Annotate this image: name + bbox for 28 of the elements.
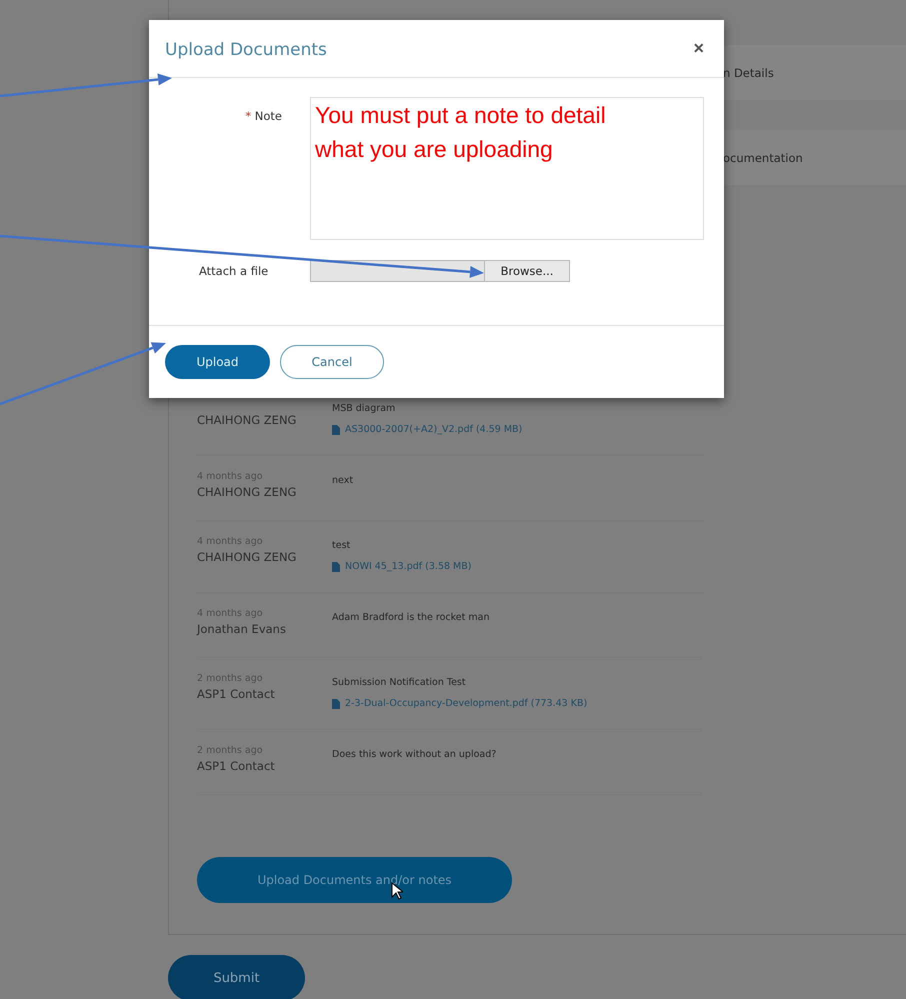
comment-author: CHAIHONG ZENG: [197, 484, 298, 500]
upload-documents-button[interactable]: Upload Documents and/or notes: [197, 857, 512, 903]
file-icon: [332, 424, 340, 434]
comment-text: Does this work without an upload?: [332, 749, 498, 760]
cancel-button[interactable]: Cancel: [280, 345, 384, 379]
comment-text: Submission Notification Test: [332, 677, 467, 688]
note-label: * Note: [244, 109, 283, 123]
file-link[interactable]: NOWI 45_13.pdf (3.58 MB): [332, 561, 702, 572]
submit-button[interactable]: Submit: [168, 955, 305, 999]
comment-text: next: [332, 475, 354, 486]
upload-button[interactable]: Upload: [165, 345, 270, 379]
comment-author: ASP1 Contact: [197, 686, 276, 702]
comment-author: Jonathan Evans: [197, 621, 287, 637]
comment-text: test: [332, 540, 352, 551]
file-link[interactable]: AS3000-2007(+A2)_V2.pdf (4.59 MB): [332, 424, 702, 435]
file-field[interactable]: Browse...: [310, 260, 570, 282]
comment-author: CHAIHONG ZENG: [197, 549, 298, 565]
file-link[interactable]: 2-3-Dual-Occupancy-Development.pdf (773.43 KB): [332, 698, 702, 709]
comment-text: Adam Bradford is the rocket man: [332, 612, 490, 623]
file-icon: [332, 562, 340, 572]
note-field[interactable]: You must put a note to detail what you are uploading: [310, 97, 704, 240]
attach-label: Attach a file: [198, 264, 270, 278]
browse-button[interactable]: Browse...: [484, 261, 569, 281]
comment-text: MSB diagram: [332, 403, 396, 414]
file-icon: [332, 698, 340, 708]
comment-author: ASP1 Contact: [197, 758, 276, 774]
dialog-title: Upload Documents: [165, 40, 327, 60]
comment-author: CHAIHONG ZENG: [197, 412, 298, 428]
